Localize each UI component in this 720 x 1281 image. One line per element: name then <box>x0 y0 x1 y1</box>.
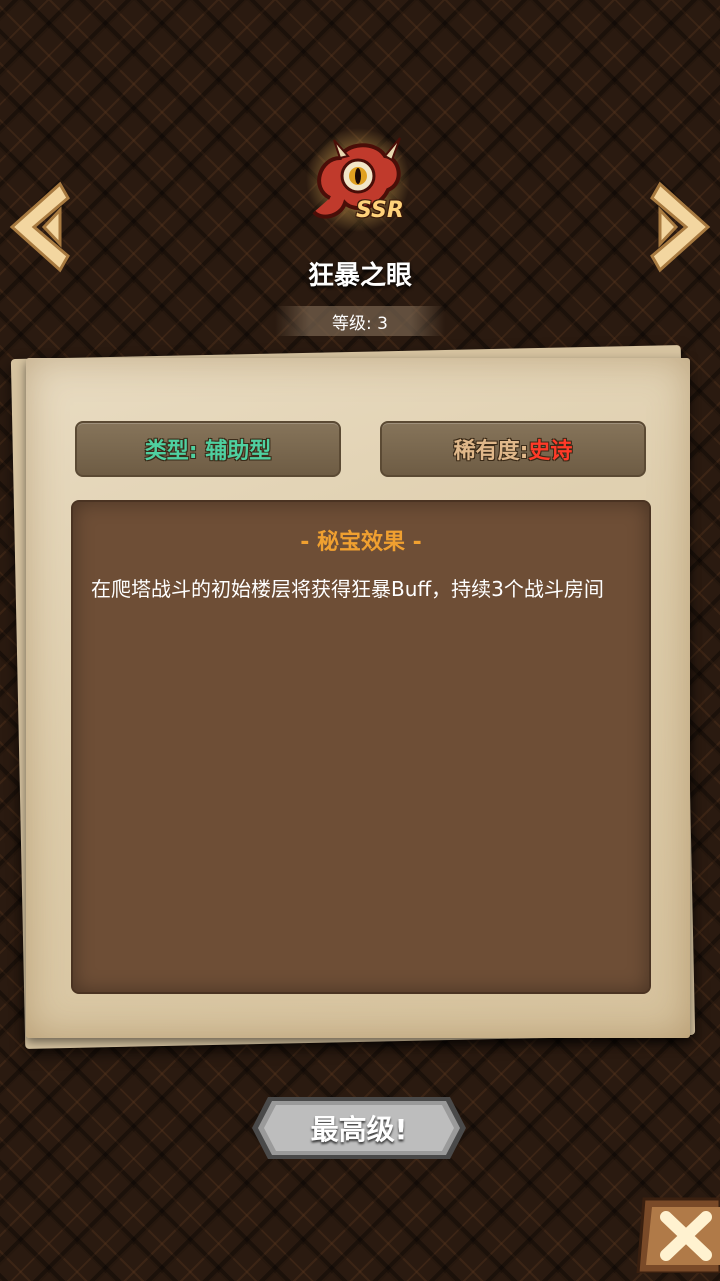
close-icon <box>636 1197 720 1275</box>
effect-panel: - 秘宝效果 - 在爬塔战斗的初始楼层将获得狂暴Buff，持续3个战斗房间 <box>71 500 651 994</box>
level-label: 等级: 3 <box>275 306 445 336</box>
max-level-label: 最高级! <box>310 1113 408 1146</box>
rarity-label: 稀有度: <box>453 439 529 464</box>
type-box: 类型: 辅助型 <box>75 421 341 477</box>
effect-description: 在爬塔战斗的初始楼层将获得狂暴Buff，持续3个战斗房间 <box>91 577 604 601</box>
close-button[interactable] <box>636 1197 720 1275</box>
rarity-box: 稀有度: 史诗 <box>380 421 646 477</box>
rarity-value: 史诗 <box>528 439 573 464</box>
max-level-button[interactable]: 最高级! <box>250 1095 468 1161</box>
relic-icon: SSR <box>300 128 420 238</box>
type-label: 类型: 辅助型 <box>144 439 272 464</box>
rarity-badge: SSR <box>356 198 404 223</box>
relic-name: 狂暴之眼 <box>307 261 412 291</box>
effect-title: - 秘宝效果 - <box>300 530 422 555</box>
